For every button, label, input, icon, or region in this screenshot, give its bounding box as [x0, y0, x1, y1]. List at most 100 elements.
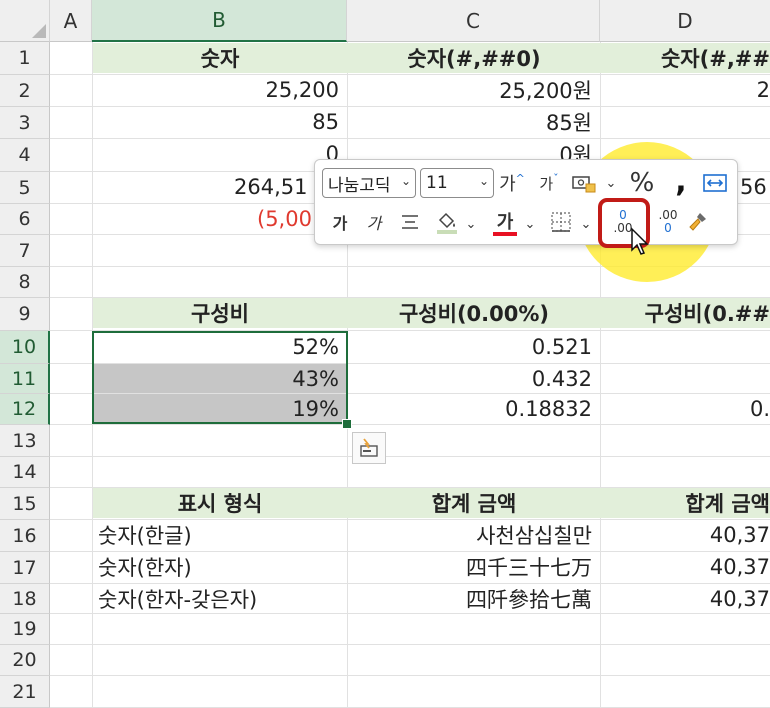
cell-b15[interactable]: 표시 형식 [93, 488, 347, 518]
fill-handle[interactable] [342, 419, 352, 429]
cell-b18[interactable]: 숫자(한자-갖은자) [93, 584, 347, 614]
cell-d12[interactable]: 0. [601, 394, 770, 424]
font-color-label: 가 [496, 212, 514, 233]
quick-analysis-button[interactable] [352, 432, 386, 464]
row-header-14[interactable]: 14 [0, 457, 50, 488]
row-header-10[interactable]: 10 [0, 331, 50, 364]
cell-c15[interactable]: 합계 금액 [348, 488, 600, 518]
format-painter-icon [689, 213, 706, 231]
cell-c18[interactable]: 四阡參拾七萬 [348, 584, 600, 614]
row-header-7[interactable]: 7 [0, 235, 50, 267]
chevron-down-icon[interactable]: ⌄ [464, 214, 478, 234]
font-size-box[interactable]: 11 ⌄ [420, 168, 494, 198]
column-header-b[interactable]: B [92, 0, 347, 42]
cell-c1[interactable]: 숫자(#,##0) [348, 43, 600, 73]
chevron-down-icon: ⌄ [478, 174, 489, 188]
cell-d5[interactable]: 56 [738, 172, 770, 202]
cell-b12[interactable]: 19% [93, 394, 347, 424]
cell-b3[interactable]: 85 [93, 107, 347, 137]
quick-analysis-icon [360, 438, 378, 457]
cell-c10[interactable]: 0.521 [348, 332, 600, 362]
cell-b2[interactable]: 25,200 [93, 75, 347, 105]
cell-b1[interactable]: 숫자 [93, 43, 347, 73]
row-header-21[interactable]: 21 [0, 676, 50, 708]
row-header-11[interactable]: 11 [0, 364, 50, 394]
accounting-format-icon [572, 176, 596, 193]
mouse-pointer-icon [631, 227, 649, 255]
cell-c3[interactable]: 85원 [348, 107, 600, 137]
chevron-down-icon[interactable]: ⌄ [523, 214, 537, 234]
gridline [50, 644, 770, 645]
row-header-1[interactable]: 1 [0, 42, 50, 75]
caret-down-icon: ˇ [553, 171, 559, 185]
column-header-c[interactable]: C [347, 0, 600, 42]
row-header-8[interactable]: 8 [0, 267, 50, 298]
cell-c2[interactable]: 25,200원 [348, 75, 600, 105]
cell-b10[interactable]: 52% [93, 332, 347, 362]
caret-up-icon: ^ [515, 171, 525, 185]
row-header-2[interactable]: 2 [0, 75, 50, 107]
row-header-13[interactable]: 13 [0, 425, 50, 457]
select-all-corner[interactable] [0, 0, 50, 42]
decrease-decimal-button[interactable]: .00 0 [651, 204, 685, 240]
chevron-down-icon[interactable]: ⌄ [579, 214, 593, 234]
cell-b17[interactable]: 숫자(한자) [93, 552, 347, 582]
cell-b16[interactable]: 숫자(한글) [93, 520, 347, 550]
spreadsheet-grid: A B C D 1 2 3 4 5 6 7 8 9 10 11 12 13 14 15 16 17 18 19 20 2… [0, 0, 770, 708]
cell-b9[interactable]: 구성비 [93, 298, 347, 328]
row-header-18[interactable]: 18 [0, 584, 50, 614]
font-name-box[interactable]: 나눔고딕 ⌄ [322, 168, 416, 198]
row-header-17[interactable]: 17 [0, 552, 50, 584]
merge-center-button[interactable] [701, 170, 729, 196]
cell-d15[interactable]: 합계 금액 [601, 488, 770, 518]
font-color-button[interactable]: 가 [492, 206, 518, 238]
chevron-down-icon: ⌄ [400, 174, 411, 188]
cell-d1[interactable]: 숫자(#,## [601, 43, 770, 73]
row-header-16[interactable]: 16 [0, 520, 50, 552]
row-header-5[interactable]: 5 [0, 172, 50, 204]
cell-b11[interactable]: 43% [93, 364, 347, 394]
align-center-icon [402, 215, 418, 229]
cell-b5[interactable]: 264,51 [225, 172, 325, 202]
column-header-d[interactable]: D [600, 0, 770, 42]
font-size-value: 11 [426, 173, 448, 193]
cell-c9[interactable]: 구성비(0.00%) [348, 298, 600, 328]
gridline [50, 675, 770, 676]
format-painter-button[interactable] [685, 208, 711, 236]
align-center-button[interactable] [399, 210, 421, 234]
cell-d9[interactable]: 구성비(0.## [601, 298, 770, 328]
cell-d18[interactable]: 40,37 [601, 584, 770, 614]
row-header-6[interactable]: 6 [0, 204, 50, 235]
cell-b4[interactable]: 0 [93, 139, 347, 169]
bold-button[interactable]: 가 [329, 210, 351, 234]
row-header-20[interactable]: 20 [0, 645, 50, 676]
percent-style-button[interactable]: % [627, 168, 657, 198]
fill-color-button[interactable] [434, 208, 460, 236]
cell-c16[interactable]: 사천삼십칠만 [348, 520, 600, 550]
italic-button[interactable]: 가 [363, 210, 385, 234]
comma-style-button[interactable]: , [668, 164, 694, 199]
borders-icon [551, 212, 571, 232]
row-header-9[interactable]: 9 [0, 298, 50, 331]
row-header-4[interactable]: 4 [0, 139, 50, 172]
row-header-3[interactable]: 3 [0, 107, 50, 139]
shrink-font-button[interactable]: 가ˇ [536, 170, 562, 196]
cell-c11[interactable]: 0.432 [348, 364, 600, 394]
accounting-format-button[interactable] [569, 170, 601, 196]
cell-c12[interactable]: 0.18832 [348, 394, 600, 424]
gridline [50, 456, 770, 457]
row-header-15[interactable]: 15 [0, 488, 50, 520]
cell-d16[interactable]: 40,37 [601, 520, 770, 550]
grow-font-button[interactable]: 가 ^ [499, 170, 525, 196]
cell-d2[interactable]: 2 [601, 75, 770, 105]
row-header-12[interactable]: 12 [0, 394, 50, 425]
mini-toolbar: 나눔고딕 ⌄ 11 ⌄ 가 ^ 가ˇ ⌄ % , 가 가 ⌄ 가 ⌄ ⌄ 0 .… [314, 159, 738, 245]
chevron-down-icon[interactable]: ⌄ [604, 172, 618, 194]
cell-b6[interactable]: (5,00 [250, 204, 320, 234]
column-header-a[interactable]: A [50, 0, 92, 42]
font-color-bar [493, 232, 517, 236]
cell-d17[interactable]: 40,37 [601, 552, 770, 582]
cell-c17[interactable]: 四千三十七万 [348, 552, 600, 582]
borders-button[interactable] [549, 210, 573, 234]
row-header-19[interactable]: 19 [0, 614, 50, 645]
